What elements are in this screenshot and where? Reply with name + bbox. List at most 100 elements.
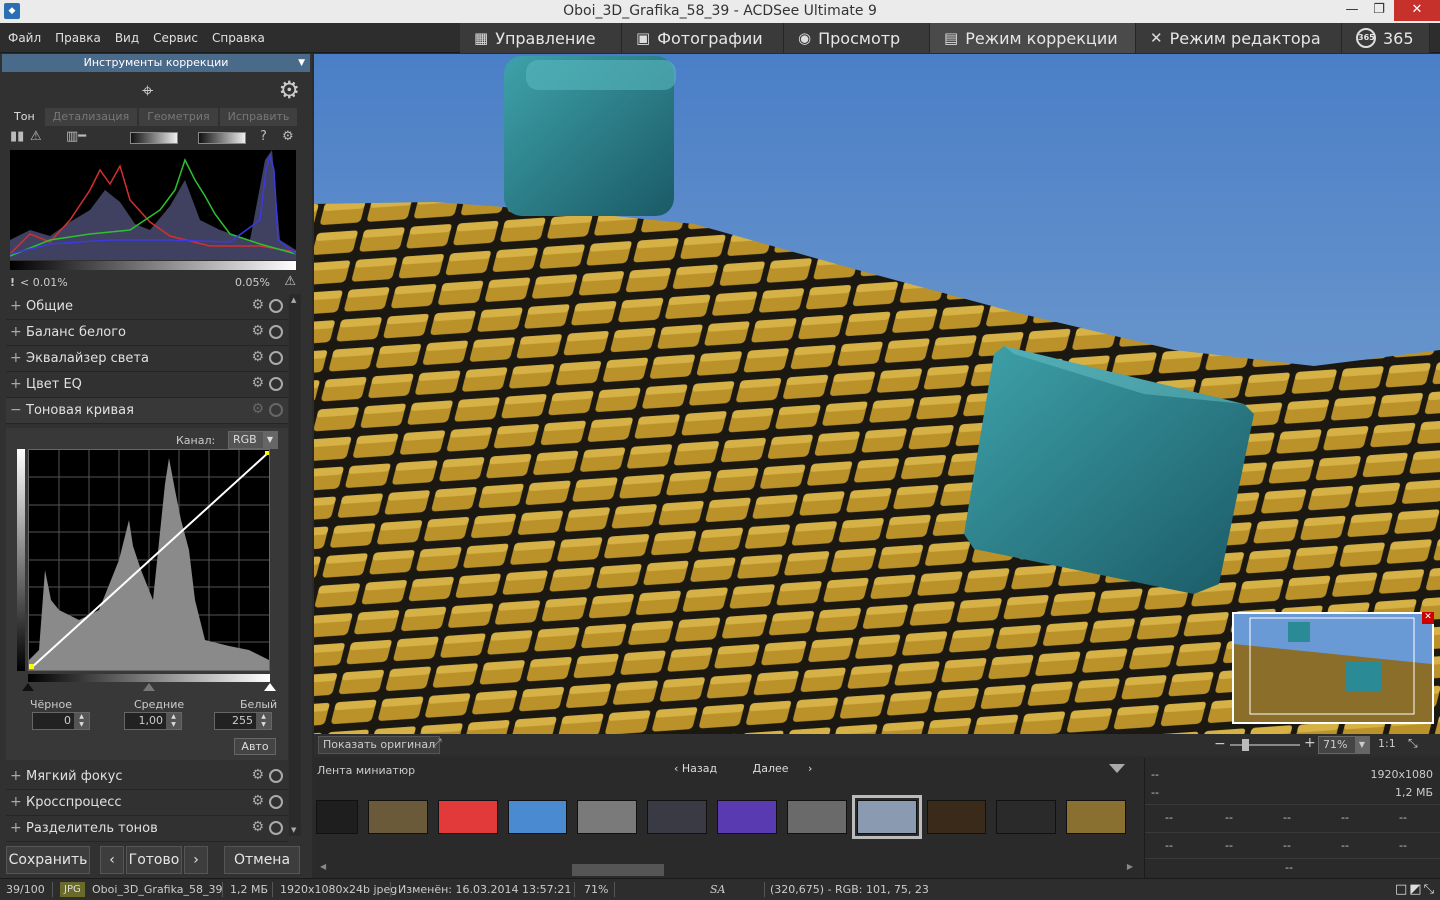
tab-detail[interactable]: Детализация <box>44 108 138 126</box>
scrollbar-thumb[interactable] <box>572 864 664 876</box>
mode-view[interactable]: ◉ Просмотр <box>784 23 930 53</box>
white-point-slider[interactable] <box>264 683 276 691</box>
midtone-slider[interactable] <box>143 683 155 691</box>
thumbnail[interactable] <box>996 800 1057 834</box>
thumbnail[interactable] <box>367 800 428 834</box>
reset-circle-icon[interactable] <box>269 403 283 417</box>
thumbnail[interactable] <box>577 800 638 834</box>
fullscreen-icon[interactable]: ⤢ <box>432 736 442 751</box>
mode-manage[interactable]: ▦ Управление <box>460 23 622 53</box>
actual-size-button[interactable]: 1:1 <box>1378 737 1396 750</box>
panel-scrollbar[interactable]: ▲ ▼ <box>289 294 301 836</box>
section-soft-focus[interactable]: + Мягкий фокус ⚙ <box>6 764 288 790</box>
zoom-select[interactable]: 71% ▼ <box>1318 736 1370 754</box>
gear-icon[interactable]: ⚙ <box>251 375 264 391</box>
gear-icon[interactable]: ⚙ <box>251 349 264 365</box>
show-original-button[interactable]: Показать оригинал <box>318 736 441 754</box>
contrast-icon[interactable]: ◩ <box>1409 882 1423 897</box>
prev-arrow-icon[interactable]: ‹ <box>100 846 124 874</box>
image-viewer[interactable]: ✕ <box>314 54 1440 734</box>
menu-file[interactable]: Файл <box>8 31 41 45</box>
restore-button[interactable]: ❐ <box>1366 0 1392 21</box>
midtone-input[interactable]: 1,00 ▲ ▼ <box>124 712 182 730</box>
gear-icon[interactable]: ⚙ <box>251 767 264 783</box>
scroll-up-icon[interactable]: ▲ <box>291 296 296 304</box>
black-input[interactable]: 0 ▲ ▼ <box>32 712 90 730</box>
split-view-icon[interactable]: ▥━ <box>66 129 86 144</box>
next-arrow-icon[interactable]: › <box>184 846 208 874</box>
filmstrip-scrollbar[interactable]: ◀ ▶ <box>314 862 1139 876</box>
collapse-filmstrip-icon[interactable] <box>1109 764 1125 773</box>
expand-plus-icon[interactable]: + <box>10 820 22 836</box>
warning-icon[interactable]: ⚠ <box>30 129 42 144</box>
settings-gear-icon[interactable]: ⚙ <box>282 129 294 144</box>
thumbnail[interactable] <box>786 800 847 834</box>
auto-button[interactable]: Авто <box>234 738 276 755</box>
mode-edit[interactable]: ✕ Режим редактора <box>1136 23 1342 53</box>
white-input[interactable]: 255 ▲ ▼ <box>214 712 272 730</box>
expand-plus-icon[interactable]: + <box>10 376 22 392</box>
section-white-balance[interactable]: + Баланс белого ⚙ <box>6 320 288 346</box>
curve-svg[interactable] <box>29 450 270 670</box>
gear-icon[interactable]: ⚙ <box>251 297 264 313</box>
square-icon[interactable]: □ <box>1395 882 1409 897</box>
menu-help[interactable]: Справка <box>212 31 265 45</box>
expand-plus-icon[interactable]: + <box>10 768 22 784</box>
stepper-icon[interactable]: ▲ ▼ <box>166 713 181 729</box>
done-button[interactable]: Готово <box>126 846 182 874</box>
zoom-slider-handle[interactable] <box>1242 739 1249 751</box>
expand-plus-icon[interactable]: + <box>10 794 22 810</box>
next-button[interactable]: Далее › <box>753 762 813 775</box>
back-button[interactable]: ‹ Назад <box>674 762 733 775</box>
thumbnail[interactable] <box>507 800 568 834</box>
channel-select[interactable]: RGB ▼ <box>228 431 278 449</box>
close-button[interactable]: ✕ <box>1394 0 1440 21</box>
mode-photos[interactable]: ▣ Фотографии <box>622 23 784 53</box>
tab-repair[interactable]: Исправить <box>219 108 298 126</box>
thumbnail[interactable] <box>316 800 358 834</box>
section-tone-curve[interactable]: − Тоновая кривая ⚙ <box>6 398 288 424</box>
zoom-slider[interactable] <box>1230 744 1300 746</box>
reset-circle-icon[interactable] <box>269 821 283 835</box>
reset-circle-icon[interactable] <box>269 325 283 339</box>
section-cross-process[interactable]: + Кросспроцесс ⚙ <box>6 790 288 816</box>
histogram-icon[interactable]: ▮▮ <box>10 129 24 144</box>
reset-circle-icon[interactable] <box>269 351 283 365</box>
help-icon[interactable]: ? <box>260 129 267 144</box>
expand-icon[interactable]: ⤡ <box>1424 882 1436 897</box>
gear-icon[interactable]: ⚙ <box>251 401 264 417</box>
reset-circle-icon[interactable] <box>269 299 283 313</box>
chevron-down-icon[interactable]: ▼ <box>263 432 277 448</box>
thumbnail[interactable] <box>647 800 708 834</box>
mode-develop[interactable]: ▤ Режим коррекции <box>930 23 1136 53</box>
section-color-eq[interactable]: + Цвет EQ ⚙ <box>6 372 288 398</box>
section-split-tone[interactable]: + Разделитель тонов ⚙ <box>6 816 288 842</box>
fit-to-window-icon[interactable]: ⤡ <box>1408 736 1418 751</box>
scroll-left-icon[interactable]: ◀ <box>320 862 326 871</box>
gear-icon[interactable]: ⚙ <box>251 819 264 835</box>
auto-focus-icon[interactable]: ⌖ <box>142 78 153 102</box>
menu-tools[interactable]: Сервис <box>153 31 198 45</box>
black-point-slider[interactable] <box>22 683 34 691</box>
tab-geometry[interactable]: Геометрия <box>139 108 218 126</box>
section-general[interactable]: + Общие ⚙ <box>6 294 288 320</box>
scroll-down-icon[interactable]: ▼ <box>291 826 296 834</box>
cancel-button[interactable]: Отмена <box>224 846 300 874</box>
gear-icon[interactable]: ⚙ <box>251 793 264 809</box>
navigator-thumbnail[interactable]: ✕ <box>1232 612 1434 724</box>
menu-edit[interactable]: Правка <box>55 31 101 45</box>
expand-plus-icon[interactable]: + <box>10 350 22 366</box>
thumbnail-selected[interactable] <box>851 795 922 839</box>
thumbnail[interactable] <box>926 800 987 834</box>
chevron-down-icon[interactable]: ▼ <box>298 54 305 72</box>
stepper-icon[interactable]: ▲ ▼ <box>256 713 271 729</box>
reset-circle-icon[interactable] <box>269 377 283 391</box>
expand-plus-icon[interactable]: + <box>10 324 22 340</box>
thumbnail[interactable] <box>717 800 777 834</box>
reset-circle-icon[interactable] <box>269 795 283 809</box>
menu-view[interactable]: Вид <box>115 31 139 45</box>
gear-icon[interactable]: ⚙ <box>251 323 264 339</box>
close-navigator-icon[interactable]: ✕ <box>1422 612 1434 624</box>
expand-plus-icon[interactable]: + <box>10 298 22 314</box>
thumbnail[interactable] <box>437 800 498 834</box>
